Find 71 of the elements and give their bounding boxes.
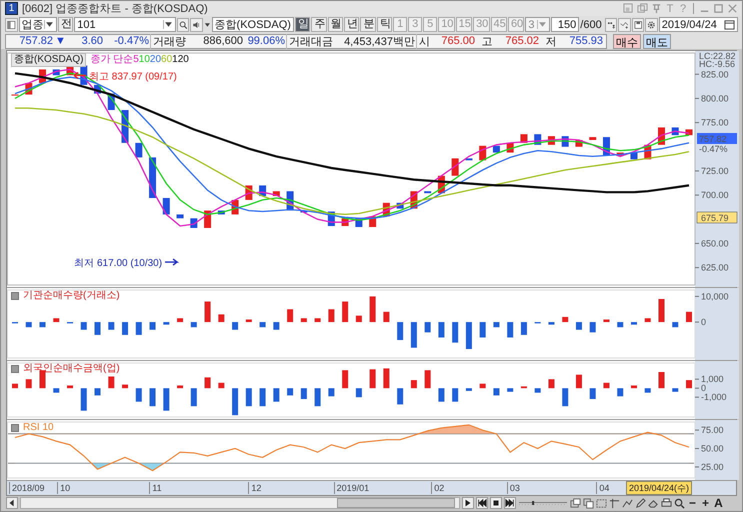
panel-title: 기관순매수량(거래소) bbox=[23, 290, 120, 302]
amount-label: 거래대금 bbox=[286, 34, 334, 49]
period-tab[interactable]: 년 bbox=[344, 17, 360, 32]
period-tab[interactable]: 주 bbox=[311, 17, 327, 32]
date-label: 2018/09 bbox=[9, 482, 45, 494]
panel-title: 외국인순매수금액(업) bbox=[23, 362, 120, 375]
axis-label: 10,000 bbox=[701, 291, 729, 302]
market-select[interactable]: 업종 bbox=[18, 17, 57, 32]
hc-value: HC:-9.56 bbox=[699, 58, 736, 69]
date-label: 04 bbox=[596, 482, 610, 494]
name-field[interactable]: 종합(KOSDAQ) bbox=[212, 17, 294, 32]
price-change: 3.60 bbox=[80, 35, 104, 48]
window-badge: 1 bbox=[5, 2, 18, 15]
axis-label: 700.00 bbox=[701, 190, 729, 200]
open-label: 시 bbox=[416, 34, 434, 49]
level-tag: 675.79 bbox=[696, 212, 738, 224]
price-tag: 757.82 bbox=[697, 132, 737, 144]
period-tab[interactable]: 월 bbox=[328, 17, 344, 32]
high-label: 고 bbox=[480, 34, 494, 49]
current-price: 757.82 bbox=[18, 35, 54, 48]
window-title: [0602] 업종종합차트 - 종합(KOSDAQ) bbox=[22, 2, 208, 16]
chart-legend: 종가 단순5102060120 bbox=[90, 54, 189, 66]
axis-label: 650.00 bbox=[701, 238, 729, 248]
axis-label: 25.00 bbox=[701, 462, 724, 472]
zoom-in-button[interactable]: + bbox=[700, 497, 711, 510]
date-label: 10 bbox=[57, 482, 70, 494]
volume-value: 886,600 bbox=[202, 35, 244, 48]
axis-label: -1,000 bbox=[701, 392, 727, 402]
amount-value: 4,453,437백만 bbox=[343, 34, 416, 49]
date-label: 03 bbox=[506, 482, 520, 494]
date-label: 02 bbox=[431, 482, 444, 494]
count-field[interactable]: 150 bbox=[551, 17, 580, 32]
date-label: 11 bbox=[149, 482, 162, 494]
low-annotation: 최저 617.00 (10/30) bbox=[74, 258, 162, 269]
font-button[interactable]: A bbox=[713, 497, 724, 510]
period-tab[interactable]: 틱 bbox=[376, 17, 392, 32]
cursor-date: 2019/04/24(수) bbox=[626, 480, 692, 495]
axis-label: 625.00 bbox=[701, 262, 729, 272]
axis-label: 725.00 bbox=[701, 166, 729, 176]
low-label: 저 bbox=[544, 34, 558, 49]
open-value: 765.00 bbox=[440, 35, 476, 48]
zoom-out-button[interactable]: − bbox=[687, 497, 698, 510]
axis-label: 825.00 bbox=[701, 69, 729, 80]
axis-label: 1,000 bbox=[701, 374, 724, 384]
high-value: 765.02 bbox=[504, 35, 540, 48]
buy-button[interactable]: 매수 bbox=[613, 34, 641, 49]
high-annotation: 최고 837.97 (09/17) bbox=[89, 71, 177, 82]
sell-button[interactable]: 매도 bbox=[643, 34, 671, 49]
axis-label: 775.00 bbox=[701, 117, 729, 128]
axis-label: 50.00 bbox=[701, 443, 724, 454]
change-percent-label: -0.47% bbox=[699, 144, 728, 154]
axis-label: 0 bbox=[701, 383, 706, 394]
lc-value: LC:22.82 bbox=[699, 50, 736, 61]
low-value: 755.93 bbox=[568, 35, 604, 48]
volume-ratio: 99.06% bbox=[246, 35, 286, 48]
axis-label: 75.00 bbox=[701, 424, 724, 435]
date-field[interactable]: 2019/04/24 bbox=[658, 17, 738, 32]
date-label: 2019/01 bbox=[334, 482, 370, 494]
volume-label: 거래량 bbox=[150, 34, 190, 49]
period-tab[interactable]: 분 bbox=[360, 17, 376, 32]
count-max: /600 bbox=[580, 18, 602, 31]
change-percent: -0.47% bbox=[113, 35, 150, 48]
code-field[interactable]: 101 bbox=[74, 17, 176, 32]
chart-title[interactable]: 종합(KOSDAQ) bbox=[11, 52, 86, 67]
panel-title: RSI 10 bbox=[23, 422, 54, 434]
axis-label: 0 bbox=[701, 316, 706, 327]
all-button[interactable]: 전 bbox=[58, 17, 74, 32]
direction-arrow: ▼ bbox=[54, 35, 66, 48]
axis-label: 800.00 bbox=[701, 93, 729, 104]
period-tab[interactable]: 일 bbox=[294, 17, 310, 32]
date-label: 12 bbox=[248, 482, 262, 494]
